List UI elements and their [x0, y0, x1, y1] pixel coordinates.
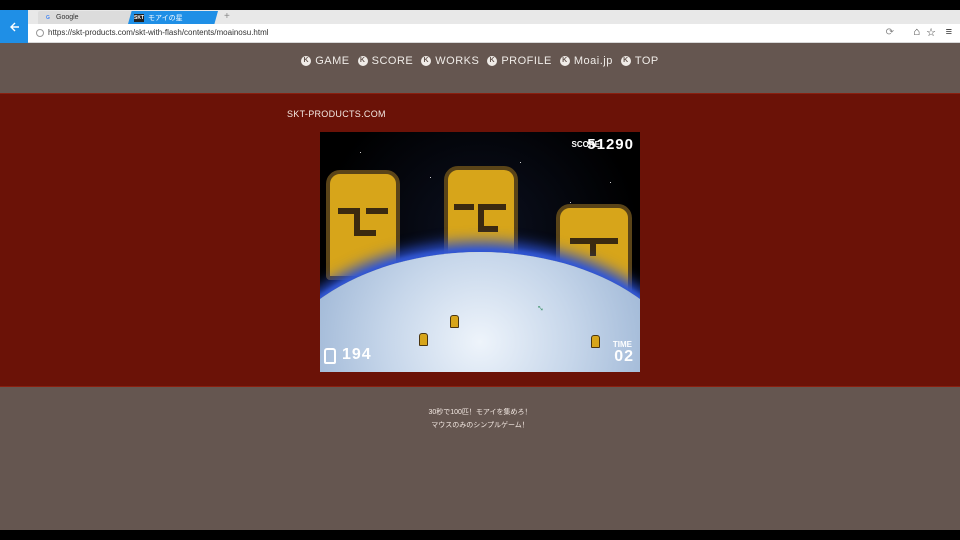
- url-text[interactable]: https://skt-products.com/skt-with-flash/…: [48, 28, 269, 37]
- k-bullet-icon: K: [487, 55, 498, 66]
- reload-icon[interactable]: ⟳: [886, 27, 894, 38]
- game-section: SKT-PRODUCTS.COM ↔ SCORE 51290 194 TIME …: [0, 93, 960, 387]
- browser-chrome: G Google SKT モアイの星 + https://skt-product…: [0, 10, 960, 43]
- nav-top[interactable]: K TOP: [620, 54, 659, 67]
- description-line: 30秒で100匹！モアイを集めろ！: [428, 409, 532, 416]
- k-bullet-icon: K: [357, 55, 368, 66]
- star: [610, 182, 611, 183]
- tab-moai-active[interactable]: SKT モアイの星: [128, 11, 218, 24]
- arrow-left-icon: [10, 22, 19, 31]
- tab-label: Google: [56, 14, 79, 21]
- k-bullet-icon: K: [559, 55, 570, 66]
- moai-counter-icon: [324, 348, 336, 364]
- screen: G Google SKT モアイの星 + https://skt-product…: [0, 0, 960, 540]
- star: [360, 152, 361, 153]
- star: [570, 202, 571, 203]
- description-line: マウスのみのシンプルゲーム！: [431, 422, 529, 429]
- home-icon[interactable]: ⌂: [913, 26, 920, 38]
- nav-label: WORKS: [435, 54, 480, 67]
- star: [430, 177, 431, 178]
- description-section: 30秒で100匹！モアイを集めろ！ マウスのみのシンプルゲーム！: [0, 387, 960, 530]
- nav-score[interactable]: K SCORE: [357, 54, 414, 67]
- nav-label: Moai.jp: [573, 54, 613, 67]
- site-nav: K GAME K SCORE K WORKS K PROFILE K Moai.jp KT…: [0, 43, 960, 93]
- nav-label: GAME: [315, 54, 350, 67]
- k-bullet-icon: K: [421, 55, 432, 66]
- site-label: SKT-PRODUCTS.COM: [287, 109, 386, 119]
- time-value: 02: [614, 348, 634, 365]
- mini-moai[interactable]: [450, 315, 459, 328]
- nav-label: PROFILE: [501, 54, 552, 67]
- nav-label: TOP: [634, 54, 659, 67]
- skt-favicon-icon: SKT: [134, 13, 144, 22]
- site-info-icon[interactable]: [36, 29, 44, 37]
- nav-moai-jp[interactable]: K Moai.jp: [559, 54, 613, 67]
- k-bullet-icon: K: [620, 55, 631, 66]
- tab-google[interactable]: G Google: [38, 11, 134, 24]
- game-canvas[interactable]: ↔ SCORE 51290 194 TIME 02: [320, 132, 640, 372]
- back-button[interactable]: [0, 10, 28, 43]
- moai-count-value: 194: [342, 346, 372, 363]
- nav-works[interactable]: K WORKS: [421, 55, 479, 67]
- nav-label: SCORE: [371, 54, 414, 67]
- k-bullet-icon: K: [301, 55, 312, 66]
- new-tab-button[interactable]: +: [224, 11, 230, 23]
- mini-moai[interactable]: [419, 333, 428, 346]
- mini-moai[interactable]: [591, 335, 600, 348]
- google-g-icon: G: [46, 14, 50, 21]
- nav-profile[interactable]: K PROFILE: [487, 55, 552, 67]
- score-value: 51290: [587, 136, 634, 153]
- star: [520, 162, 521, 163]
- tab-label: モアイの星: [148, 14, 183, 22]
- tab-strip: G Google SKT モアイの星 +: [28, 10, 960, 24]
- nav-game[interactable]: K GAME: [301, 55, 349, 67]
- address-bar[interactable]: https://skt-products.com/skt-with-flash/…: [28, 24, 960, 43]
- hamburger-menu-icon[interactable]: ≡: [946, 26, 952, 38]
- moai-head-large: [326, 170, 400, 280]
- bookmark-star-icon[interactable]: ☆: [926, 26, 936, 39]
